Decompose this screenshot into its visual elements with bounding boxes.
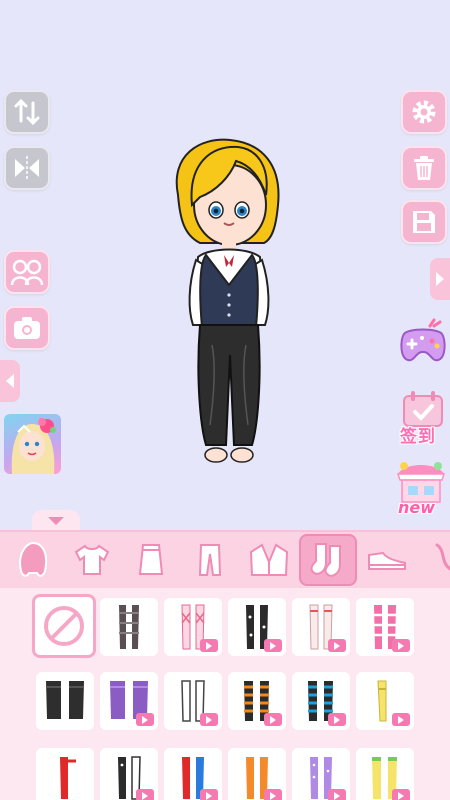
collapse-left-button[interactable] xyxy=(0,360,20,402)
delete-button[interactable] xyxy=(401,146,447,190)
sock-item[interactable] xyxy=(100,598,158,656)
accessory-icon xyxy=(435,543,450,571)
black-leg-warmers-icon xyxy=(46,681,84,719)
mirror-flip-icon xyxy=(15,156,39,180)
save-icon xyxy=(413,211,435,233)
panel-toggle-button[interactable] xyxy=(32,510,80,532)
minigame-button[interactable] xyxy=(398,318,448,364)
watch-ad-badge xyxy=(136,789,154,800)
shirt-icon xyxy=(74,544,110,575)
tab-tops[interactable] xyxy=(63,534,121,586)
arrow-left-icon xyxy=(6,374,14,388)
skirt-icon xyxy=(138,544,164,575)
watch-ad-badge xyxy=(264,639,282,652)
tab-pants[interactable] xyxy=(181,534,239,586)
swap-vertical-icon xyxy=(14,98,40,126)
play-icon xyxy=(206,715,212,724)
play-icon xyxy=(270,791,276,800)
sock-item[interactable] xyxy=(228,672,286,730)
mirror-flip-button[interactable] xyxy=(4,146,50,190)
play-icon xyxy=(270,715,276,724)
watch-ad-badge xyxy=(264,713,282,726)
hair-icon xyxy=(19,541,47,577)
play-icon xyxy=(334,715,340,724)
remove-item-button[interactable] xyxy=(32,594,96,658)
tab-accessories[interactable] xyxy=(417,534,450,586)
tab-shoes[interactable] xyxy=(358,534,416,586)
tab-hair[interactable] xyxy=(4,534,62,586)
play-icon xyxy=(206,791,212,800)
new-label: new xyxy=(398,498,436,517)
watch-ad-badge xyxy=(200,713,218,726)
shop-new-button[interactable]: new xyxy=(394,460,448,520)
watch-ad-badge xyxy=(200,639,218,652)
bride-portrait-icon xyxy=(11,418,56,474)
sock-item[interactable] xyxy=(356,598,414,656)
jacket-icon xyxy=(249,543,289,576)
shoe-icon xyxy=(368,551,406,570)
no-item-icon xyxy=(44,606,84,646)
trash-icon xyxy=(414,156,434,180)
sock-item[interactable] xyxy=(356,748,414,800)
sock-item[interactable] xyxy=(100,748,158,800)
watch-ad-badge xyxy=(328,713,346,726)
play-icon xyxy=(270,641,276,650)
watch-ad-badge xyxy=(392,639,410,652)
play-icon xyxy=(206,641,212,650)
signin-label: 签到 xyxy=(400,427,436,447)
red-single-sock-icon xyxy=(60,757,76,799)
watch-ad-badge xyxy=(328,639,346,652)
sock-item[interactable] xyxy=(356,672,414,730)
gamepad-icon xyxy=(400,318,446,362)
tab-skirts[interactable] xyxy=(122,534,180,586)
collapse-right-button[interactable] xyxy=(430,258,450,300)
promo-game-thumbnail[interactable] xyxy=(4,414,61,474)
watch-ad-badge xyxy=(392,713,410,726)
sock-item[interactable] xyxy=(164,748,222,800)
play-icon xyxy=(334,641,340,650)
watch-ad-badge xyxy=(200,789,218,800)
play-icon xyxy=(398,715,404,724)
tab-socks[interactable] xyxy=(299,534,357,586)
daily-signin-button[interactable]: 签到 xyxy=(398,388,448,448)
sock-item-grid xyxy=(0,588,450,800)
category-tab-bar xyxy=(0,530,450,588)
couple-mode-button[interactable] xyxy=(4,250,50,294)
play-icon xyxy=(334,791,340,800)
settings-button[interactable] xyxy=(401,90,447,134)
sock-item[interactable] xyxy=(292,672,350,730)
tab-jackets[interactable] xyxy=(240,534,298,586)
pants-icon xyxy=(198,544,222,576)
watch-ad-badge xyxy=(328,789,346,800)
play-icon xyxy=(142,715,148,724)
watch-ad-badge xyxy=(392,789,410,800)
sock-item[interactable] xyxy=(228,598,286,656)
play-icon xyxy=(398,791,404,800)
play-icon xyxy=(142,791,148,800)
sock-item[interactable] xyxy=(36,748,94,800)
sock-item[interactable] xyxy=(100,672,158,730)
arrow-right-icon xyxy=(436,272,444,286)
sock-item[interactable] xyxy=(164,598,222,656)
sock-item[interactable] xyxy=(228,748,286,800)
gear-icon xyxy=(412,100,436,124)
sock-item[interactable] xyxy=(292,748,350,800)
watch-ad-badge xyxy=(264,789,282,800)
striped-gray-tights-icon xyxy=(119,605,139,649)
sock-item[interactable] xyxy=(164,672,222,730)
chevron-down-icon xyxy=(48,517,64,525)
sock-item[interactable] xyxy=(292,598,350,656)
play-icon xyxy=(398,641,404,650)
swap-layer-button[interactable] xyxy=(4,90,50,134)
character xyxy=(175,138,280,463)
watch-ad-badge xyxy=(136,713,154,726)
sock-item[interactable] xyxy=(36,672,94,730)
character-stage: 签到 new xyxy=(0,0,450,530)
save-button[interactable] xyxy=(401,200,447,244)
socks-icon xyxy=(310,543,341,577)
camera-button[interactable] xyxy=(4,306,50,350)
couple-icon xyxy=(10,259,44,286)
camera-icon xyxy=(14,317,40,339)
